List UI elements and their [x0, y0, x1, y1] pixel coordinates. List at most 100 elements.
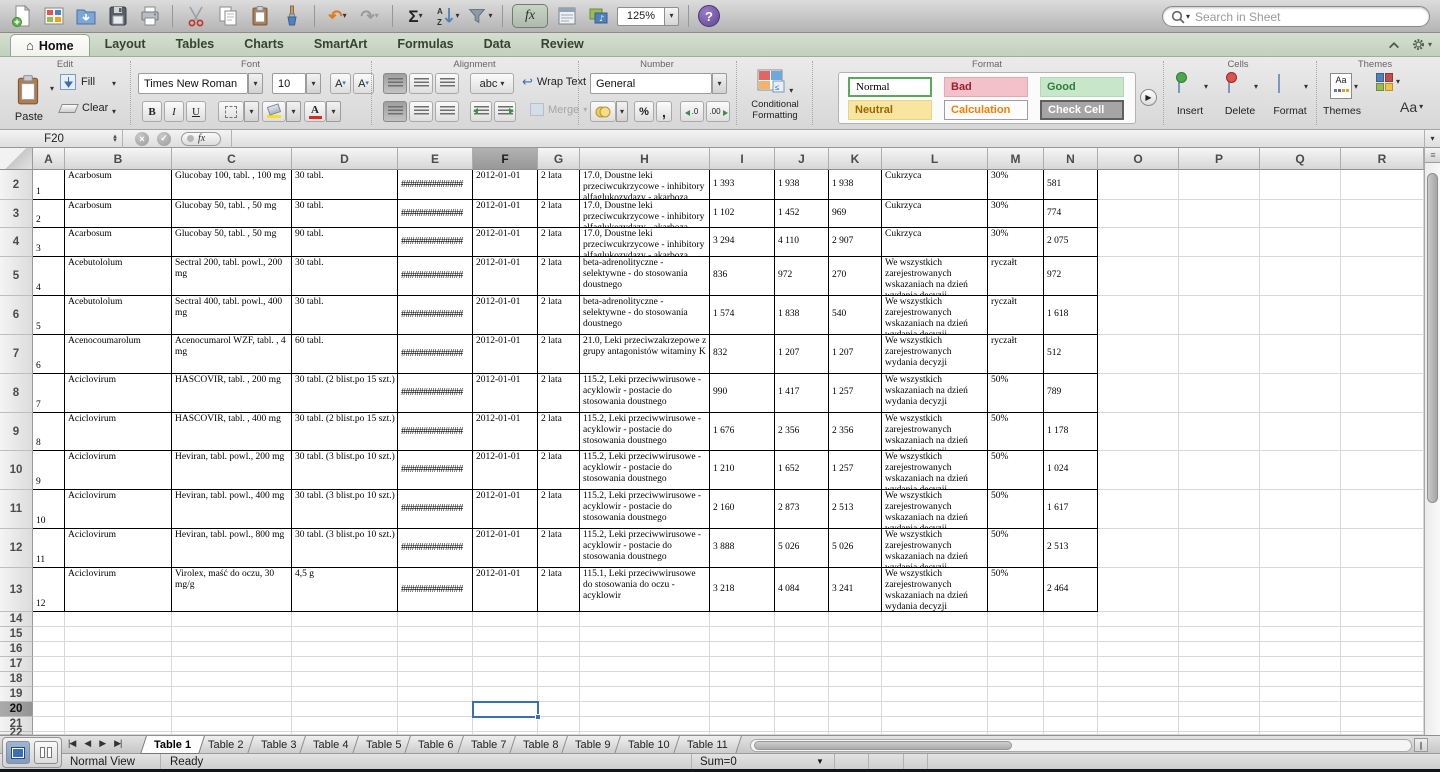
cell-I9[interactable]: 1 676 [710, 413, 775, 451]
cell-R11[interactable] [1341, 490, 1424, 529]
cell-N4[interactable]: 2 075 [1044, 228, 1098, 257]
cell-R15[interactable] [1341, 627, 1424, 642]
cell-J12[interactable]: 5 026 [775, 529, 829, 568]
cell-I11[interactable]: 2 160 [710, 490, 775, 529]
cell-style-check-cell[interactable]: Check Cell [1040, 100, 1124, 120]
cell-E13[interactable]: ############## [398, 568, 473, 612]
cell-B13[interactable]: Aciclovirum [65, 568, 172, 612]
conditional-formatting-button[interactable]: ≤ ▾ Conditional Formatting [742, 69, 808, 122]
cell-B18[interactable] [65, 672, 172, 687]
cell-M13[interactable]: 50% [988, 568, 1044, 612]
cell-F19[interactable] [473, 687, 538, 702]
sum-dropdown-button[interactable]: ▼ [816, 757, 824, 766]
fill-color-dropdown[interactable]: ▾ [286, 101, 301, 122]
cell-N2[interactable]: 581 [1044, 170, 1098, 200]
row-header-13[interactable]: 13 [0, 568, 33, 612]
ribbon-settings-button[interactable]: ▾ [1411, 37, 1432, 52]
save-button[interactable] [104, 3, 131, 30]
cell-P9[interactable] [1179, 413, 1260, 451]
cell-G2[interactable]: 2 lata [538, 170, 580, 200]
filter-button[interactable]: ▾ [466, 3, 493, 30]
themes-button[interactable]: Aa [1330, 73, 1352, 99]
cell-G6[interactable]: 2 lata [538, 296, 580, 335]
column-header-P[interactable]: P [1179, 148, 1260, 170]
cell-J5[interactable]: 972 [775, 257, 829, 296]
cell-J20[interactable] [775, 702, 829, 717]
cell-M3[interactable]: 30% [988, 200, 1044, 228]
cell-L21[interactable] [882, 717, 988, 732]
font-family-dropdown[interactable]: ▾ [248, 73, 263, 94]
cell-A3[interactable]: 2 [33, 200, 65, 228]
cell-J3[interactable]: 1 452 [775, 200, 829, 228]
cell-L10[interactable]: We wszystkich zarejestrowanych wskazania… [882, 451, 988, 490]
cell-J9[interactable]: 2 356 [775, 413, 829, 451]
cell-K12[interactable]: 5 026 [829, 529, 882, 568]
cell-H19[interactable] [580, 687, 710, 702]
cell-A7[interactable]: 6 [33, 335, 65, 374]
cell-F15[interactable] [473, 627, 538, 642]
column-header-A[interactable]: A [33, 148, 65, 170]
cell-O11[interactable] [1098, 490, 1179, 529]
cell-G4[interactable]: 2 lata [538, 228, 580, 257]
increase-decimal-button[interactable]: .0 [680, 101, 704, 122]
row-header-10[interactable]: 10 [0, 451, 33, 490]
cell-J17[interactable] [775, 657, 829, 672]
cell-K13[interactable]: 3 241 [829, 568, 882, 612]
cell-J11[interactable]: 2 873 [775, 490, 829, 529]
cell-P5[interactable] [1179, 257, 1260, 296]
cell-Q18[interactable] [1260, 672, 1341, 687]
formula-bar-expand-button[interactable]: ▾ [1424, 130, 1440, 148]
cell-H13[interactable]: 115.1, Leki przeciwwirusowe do stosowani… [580, 568, 710, 612]
cell-E2[interactable]: ############## [398, 170, 473, 200]
cell-J8[interactable]: 1 417 [775, 374, 829, 413]
cell-E5[interactable]: ############## [398, 257, 473, 296]
cell-H21[interactable] [580, 717, 710, 732]
column-header-D[interactable]: D [292, 148, 398, 170]
cell-E12[interactable]: ############## [398, 529, 473, 568]
cell-B8[interactable]: Aciclovirum [65, 374, 172, 413]
cell-J7[interactable]: 1 207 [775, 335, 829, 374]
cell-O2[interactable] [1098, 170, 1179, 200]
number-format-dropdown[interactable]: ▾ [712, 73, 727, 94]
cell-A14[interactable] [33, 612, 65, 627]
cell-Q11[interactable] [1260, 490, 1341, 529]
cell-K17[interactable] [829, 657, 882, 672]
cell-O9[interactable] [1098, 413, 1179, 451]
row-header-11[interactable]: 11 [0, 490, 33, 529]
cell-D7[interactable]: 60 tabl. [292, 335, 398, 374]
cell-J14[interactable] [775, 612, 829, 627]
cell-K8[interactable]: 1 257 [829, 374, 882, 413]
align-left-button[interactable] [383, 101, 407, 122]
horizontal-scroll-thumb[interactable] [754, 741, 1012, 750]
cell-O18[interactable] [1098, 672, 1179, 687]
currency-button[interactable] [590, 101, 616, 122]
fill-button[interactable]: Fill [60, 74, 95, 90]
paste-dropdown-arrow[interactable]: ▾ [50, 85, 54, 93]
cell-N13[interactable]: 2 464 [1044, 568, 1098, 612]
cell-G11[interactable]: 2 lata [538, 490, 580, 529]
cell-E7[interactable]: ############## [398, 335, 473, 374]
cell-I16[interactable] [710, 642, 775, 657]
cell-L5[interactable]: We wszystkich zarejestrowanych wskazania… [882, 257, 988, 296]
cell-K7[interactable]: 1 207 [829, 335, 882, 374]
cell-B17[interactable] [65, 657, 172, 672]
cell-M20[interactable] [988, 702, 1044, 717]
cell-B9[interactable]: Aciclovirum [65, 413, 172, 451]
cell-Q15[interactable] [1260, 627, 1341, 642]
cell-R5[interactable] [1341, 257, 1424, 296]
cell-A18[interactable] [33, 672, 65, 687]
row-header-5[interactable]: 5 [0, 257, 33, 296]
cell-L11[interactable]: We wszystkich zarejestrowanych wskazania… [882, 490, 988, 529]
comma-style-button[interactable]: , [656, 101, 672, 122]
cell-I3[interactable]: 1 102 [710, 200, 775, 228]
formula-input[interactable] [232, 130, 1424, 148]
open-button[interactable] [72, 3, 99, 30]
column-header-B[interactable]: B [65, 148, 172, 170]
cell-I15[interactable] [710, 627, 775, 642]
cell-B3[interactable]: Acarbosum [65, 200, 172, 228]
cell-Q7[interactable] [1260, 335, 1341, 374]
cell-F6[interactable]: 2012-01-01 [473, 296, 538, 335]
row-header-3[interactable]: 3 [0, 200, 33, 228]
cell-R14[interactable] [1341, 612, 1424, 627]
percent-style-button[interactable]: % [634, 101, 654, 122]
